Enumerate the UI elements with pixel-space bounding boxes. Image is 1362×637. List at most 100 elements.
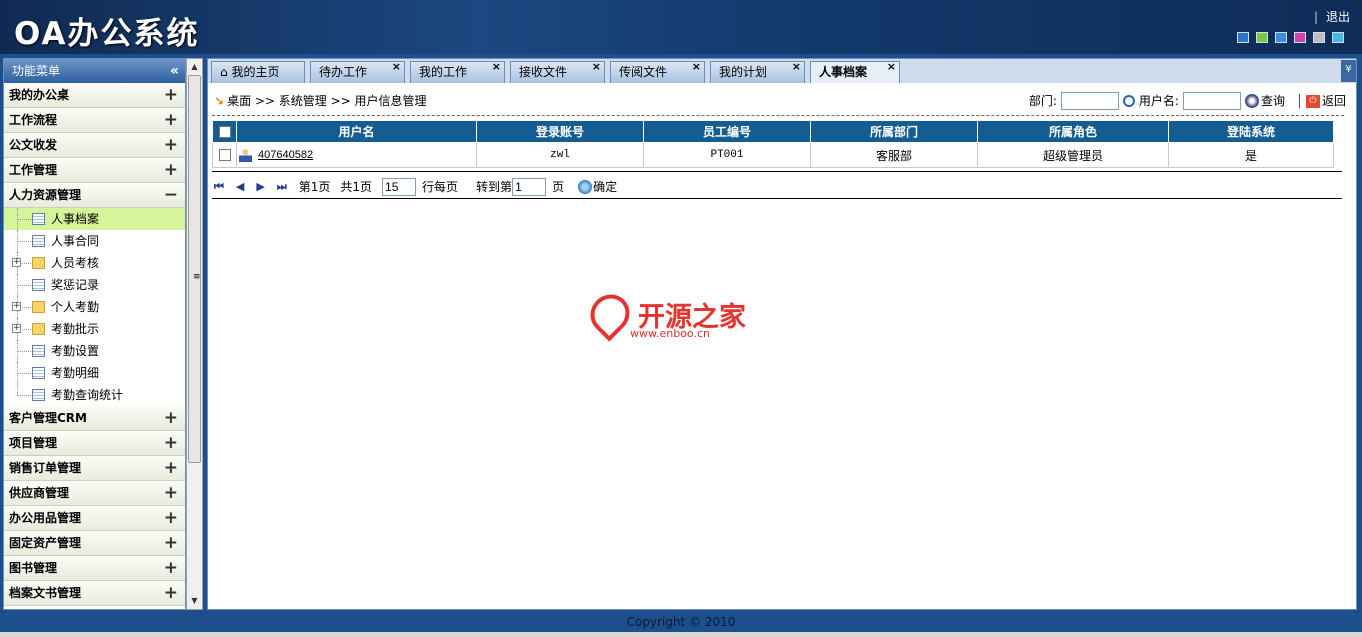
menu-section[interactable]: 图书管理 + [4, 556, 185, 581]
tab[interactable]: 我的计划 × [710, 60, 805, 83]
theme-swatch[interactable] [1256, 32, 1268, 43]
expand-icon[interactable]: + [164, 108, 178, 133]
expand-icon[interactable]: + [164, 431, 178, 456]
tree-item[interactable]: + 人员考核 [4, 252, 185, 274]
scroll-thumb[interactable]: ≡ [188, 75, 201, 463]
confirm-button[interactable]: 确定 [593, 177, 617, 197]
menu-section[interactable]: 办公用品管理 + [4, 506, 185, 531]
menu-section[interactable]: 销售订单管理 + [4, 456, 185, 481]
watermark-url: www.enboo.cn [630, 327, 710, 340]
col-username[interactable]: 用户名 [236, 120, 477, 143]
expand-icon[interactable]: + [164, 556, 178, 581]
expand-icon[interactable]: + [164, 481, 178, 506]
tree-item[interactable]: 人事档案 [4, 208, 185, 230]
back-icon[interactable]: ⏻ [1305, 94, 1320, 108]
col-emp-no[interactable]: 员工编号 [643, 120, 811, 143]
menu-section[interactable]: 公文收发 + [4, 133, 185, 158]
col-login[interactable]: 登陆系统 [1168, 120, 1334, 143]
tree-item-label: 考勤明细 [51, 366, 100, 380]
col-dept[interactable]: 所属部门 [810, 120, 978, 143]
tree-item[interactable]: + 考勤批示 [4, 318, 185, 340]
menu-section[interactable]: 供应商管理 + [4, 481, 185, 506]
theme-swatch[interactable] [1332, 32, 1344, 43]
menu-section[interactable]: 客户管理CRM + [4, 406, 185, 431]
confirm-icon[interactable] [578, 180, 593, 194]
expand-icon[interactable]: + [164, 133, 178, 158]
collapse-icon[interactable]: « [170, 59, 179, 83]
expand-icon[interactable]: + [164, 531, 178, 556]
table-row: 407640582 zwl PT001 客服部 超级管理员 是 [212, 142, 1334, 168]
menu-section[interactable]: 我的办公桌 + [4, 83, 185, 108]
query-button[interactable]: 查询 [1261, 91, 1285, 111]
tab[interactable]: ⌂ 我的主页 [211, 61, 305, 83]
expand-icon[interactable]: + [164, 506, 178, 531]
expand-icon[interactable]: + [164, 581, 178, 606]
username-label: 用户名: [1138, 94, 1179, 108]
theme-swatch[interactable] [1275, 32, 1287, 43]
row-checkbox[interactable] [218, 148, 231, 161]
tree-item-label: 人事合同 [51, 234, 100, 248]
menu-section[interactable]: 固定资产管理 + [4, 531, 185, 556]
tree-expand-icon[interactable]: + [12, 302, 21, 311]
next-page-icon[interactable]: ▶ [256, 177, 264, 197]
menu-section[interactable]: 项目管理 + [4, 431, 185, 456]
prev-page-icon[interactable]: ◀ [236, 177, 244, 197]
dept-input[interactable] [1060, 92, 1119, 110]
scroll-up-icon[interactable]: ▲ [187, 59, 202, 75]
menu-section-label: 销售订单管理 [9, 461, 82, 475]
back-button[interactable]: 返回 [1322, 91, 1346, 111]
tab-close-icon[interactable]: × [592, 57, 601, 77]
menu-section-label: 客户管理CRM [9, 411, 87, 425]
expand-icon[interactable]: − [164, 183, 178, 208]
username-link[interactable]: 407640582 [258, 149, 313, 161]
tree-item[interactable]: + 个人考勤 [4, 296, 185, 318]
tab-close-icon[interactable]: × [692, 57, 701, 77]
dept-search-icon[interactable] [1122, 95, 1135, 107]
sidebar-scrollbar[interactable]: ▲ ≡ ▼ [186, 58, 203, 610]
tree-expand-icon[interactable]: + [12, 258, 21, 267]
tab-close-icon[interactable]: × [887, 57, 896, 77]
theme-swatch[interactable] [1294, 32, 1306, 43]
select-all-checkbox[interactable] [218, 126, 231, 138]
per-page-input[interactable] [382, 178, 417, 196]
tab-close-icon[interactable]: × [492, 57, 501, 77]
tab[interactable]: 人事档案 × [810, 60, 900, 83]
tree-item-label: 考勤查询统计 [51, 388, 124, 402]
tree-item[interactable]: 考勤明细 [4, 362, 185, 384]
tab-close-icon[interactable]: × [792, 57, 801, 77]
tab[interactable]: 我的工作 × [410, 60, 505, 83]
tab-close-icon[interactable]: × [392, 57, 401, 77]
first-page-icon[interactable]: ⏮ [214, 177, 224, 197]
tree-item[interactable]: 奖惩记录 [4, 274, 185, 296]
query-icon[interactable] [1244, 94, 1259, 108]
app-header: OA办公系统 | 退出 [0, 0, 1362, 54]
tree-branch [17, 219, 31, 220]
expand-icon[interactable]: + [164, 456, 178, 481]
username-input[interactable] [1182, 92, 1241, 110]
menu-section[interactable]: 人力资源管理 − [4, 183, 185, 208]
last-page-icon[interactable]: ⏭ [277, 177, 287, 197]
tab[interactable]: 接收文件 × [510, 60, 605, 83]
expand-icon[interactable]: + [164, 158, 178, 183]
expand-icon[interactable]: + [164, 83, 178, 108]
logout-link[interactable]: 退出 [1326, 10, 1350, 24]
tree-item[interactable]: 考勤设置 [4, 340, 185, 362]
tree-item[interactable]: 人事合同 [4, 230, 185, 252]
scroll-down-icon[interactable]: ▼ [187, 593, 202, 609]
theme-swatch[interactable] [1313, 32, 1325, 43]
folder-icon [32, 323, 45, 335]
menu-section[interactable]: 档案文书管理 + [4, 581, 185, 606]
expand-icon[interactable]: + [164, 406, 178, 431]
tree-item[interactable]: 考勤查询统计 [4, 384, 185, 406]
tree-branch [17, 373, 31, 374]
theme-swatch[interactable] [1237, 32, 1249, 43]
goto-page-input[interactable] [512, 178, 547, 196]
col-role[interactable]: 所属角色 [977, 120, 1169, 143]
col-account[interactable]: 登录账号 [476, 120, 644, 143]
menu-section[interactable]: 工作管理 + [4, 158, 185, 183]
tab-dropdown-icon[interactable]: ¥ [1341, 60, 1356, 82]
tab[interactable]: 传阅文件 × [610, 60, 705, 83]
tab[interactable]: 待办工作 × [310, 60, 405, 83]
menu-section[interactable]: 工作流程 + [4, 108, 185, 133]
tree-expand-icon[interactable]: + [12, 324, 21, 333]
